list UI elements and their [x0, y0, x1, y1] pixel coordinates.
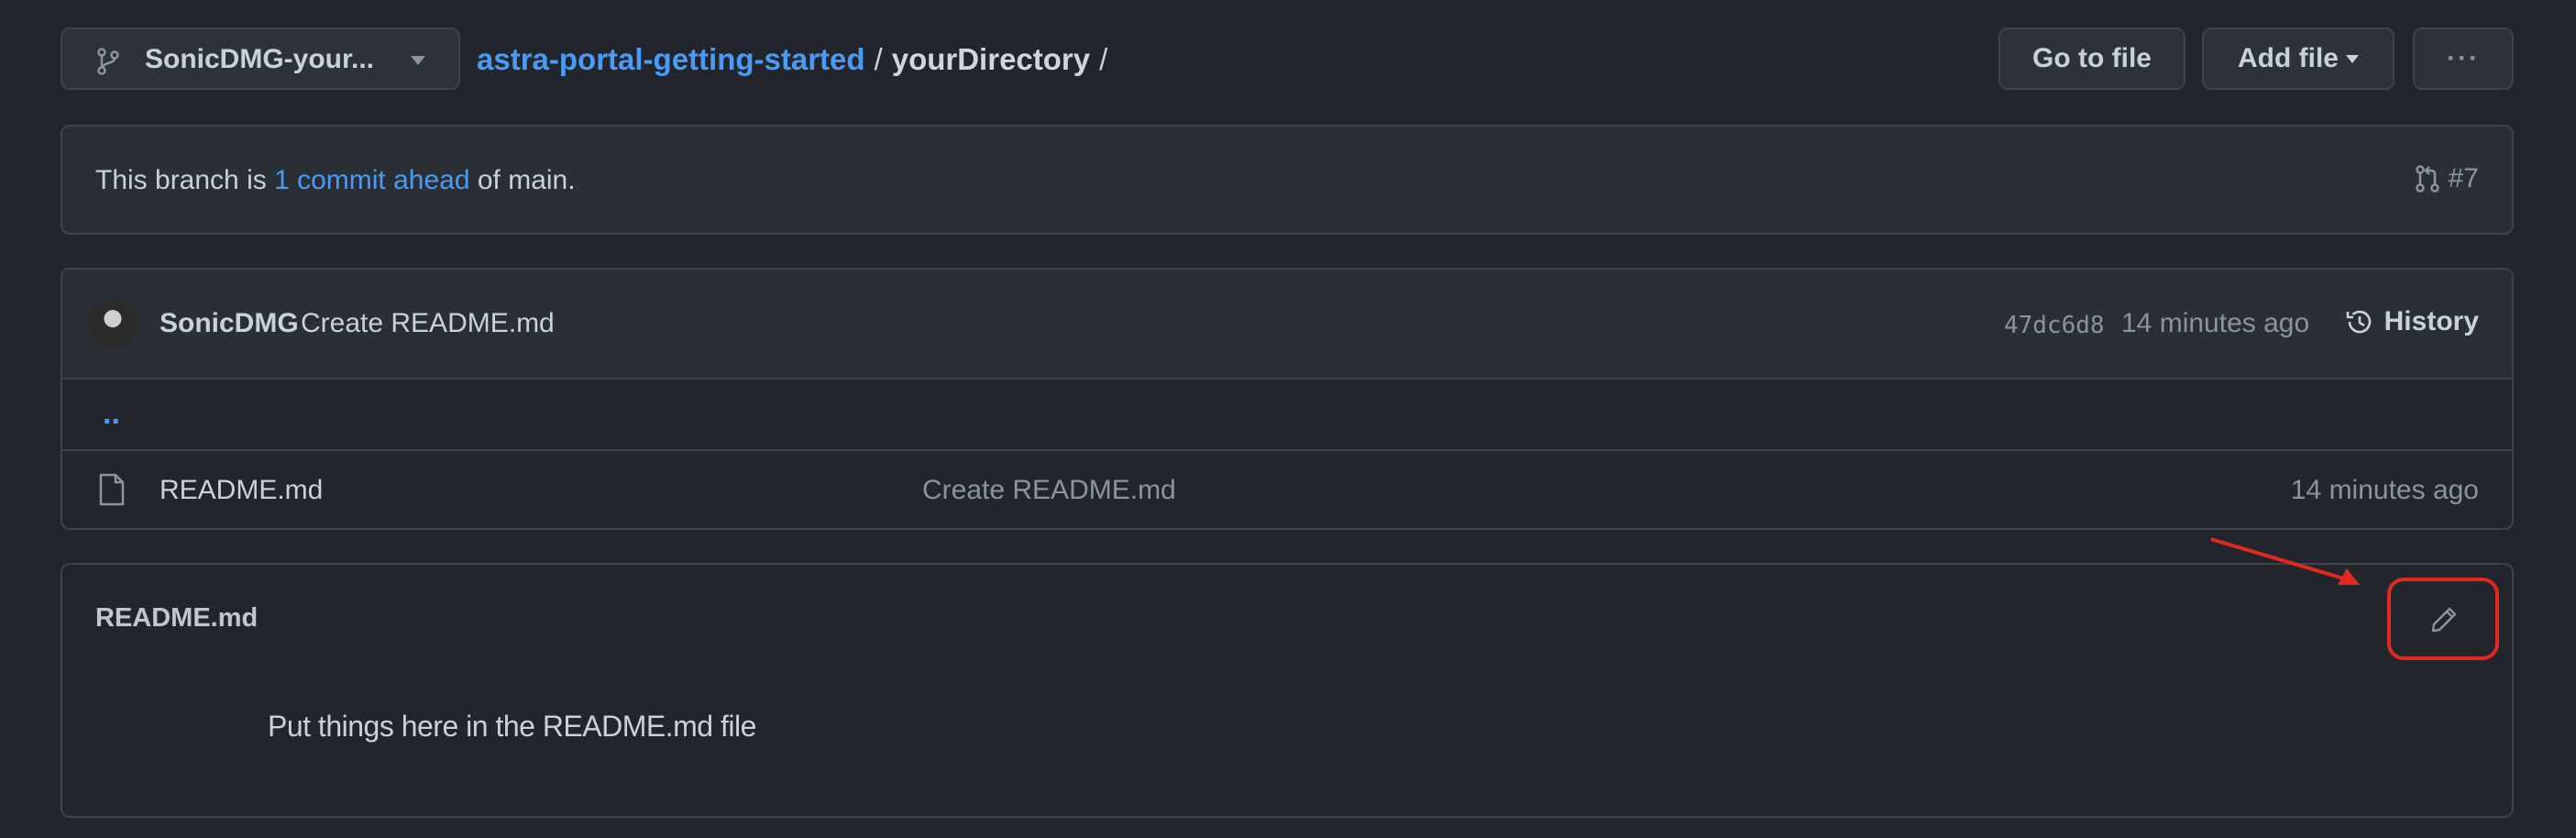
kebab-horizontal-icon: ···	[2447, 43, 2480, 73]
add-file-label: Add file	[2238, 43, 2339, 73]
repo-directory-page: SonicDMG-your... astra-portal-getting-st…	[0, 0, 2576, 838]
edit-readme-button[interactable]	[2387, 578, 2499, 660]
breadcrumb-current-directory: yourDirectory	[891, 42, 1091, 76]
breadcrumb-repo-link[interactable]: astra-portal-getting-started	[477, 42, 865, 76]
file-commit-message-link[interactable]: Create README.md	[922, 475, 1176, 506]
file-commit-time: 14 minutes ago	[2290, 475, 2479, 505]
git-pull-request-icon	[2415, 165, 2439, 193]
commits-ahead-link[interactable]: 1 commit ahead	[274, 165, 469, 195]
breadcrumb: astra-portal-getting-started / yourDirecto…	[477, 42, 1117, 77]
pull-request-number: #7	[2448, 163, 2479, 193]
commit-author-link[interactable]: SonicDMG	[160, 308, 299, 339]
readme-content: Put things here in the README.md file	[268, 710, 756, 743]
history-icon	[2346, 310, 2371, 334]
parent-directory-link[interactable]: ..	[103, 396, 120, 432]
history-link[interactable]: History	[2344, 306, 2479, 337]
commit-time: 14 minutes ago	[2121, 308, 2310, 338]
commit-sha-link[interactable]: 47dc6d8	[2004, 312, 2105, 339]
branch-selector-button[interactable]: SonicDMG-your...	[61, 28, 460, 90]
breadcrumb-separator: /	[874, 42, 883, 76]
branch-status-box: This branch is 1 commit ahead of main. #…	[61, 125, 2514, 235]
commit-message-link[interactable]: Create README.md	[301, 308, 555, 339]
annotation-arrow	[2210, 537, 2360, 585]
chevron-down-icon	[2346, 54, 2359, 63]
go-to-file-button[interactable]: Go to file	[1998, 28, 2185, 90]
avatar[interactable]	[88, 299, 138, 348]
add-file-button[interactable]: Add file	[2202, 28, 2394, 90]
branch-status-prefix: This branch is	[95, 165, 275, 195]
branch-status-suffix: of main.	[469, 165, 576, 195]
latest-commit-row: SonicDMG Create README.md 47dc6d8 14 min…	[62, 270, 2512, 380]
file-list: SonicDMG Create README.md 47dc6d8 14 min…	[61, 268, 2514, 530]
branch-status-message: This branch is 1 commit ahead of main.	[95, 165, 576, 196]
file-name-link[interactable]: README.md	[160, 475, 323, 506]
top-bar: SonicDMG-your... astra-portal-getting-st…	[61, 28, 2514, 94]
readme-title: README.md	[95, 603, 259, 633]
chevron-down-icon	[411, 56, 425, 65]
git-branch-icon	[97, 48, 119, 75]
breadcrumb-trailing-separator: /	[1099, 42, 1108, 76]
history-label: History	[2383, 306, 2479, 336]
table-row[interactable]: README.md Create README.md 14 minutes ag…	[62, 451, 2512, 528]
pencil-icon	[2431, 607, 2457, 633]
more-options-button[interactable]: ···	[2413, 28, 2514, 90]
parent-directory-row[interactable]: ..	[62, 380, 2512, 451]
pull-request-link[interactable]: #7	[2414, 163, 2479, 194]
branch-name: SonicDMG-your...	[145, 44, 375, 74]
readme-box: README.md Put things here in the README.…	[61, 563, 2514, 818]
go-to-file-label: Go to file	[2032, 43, 2152, 73]
file-icon	[99, 473, 125, 506]
